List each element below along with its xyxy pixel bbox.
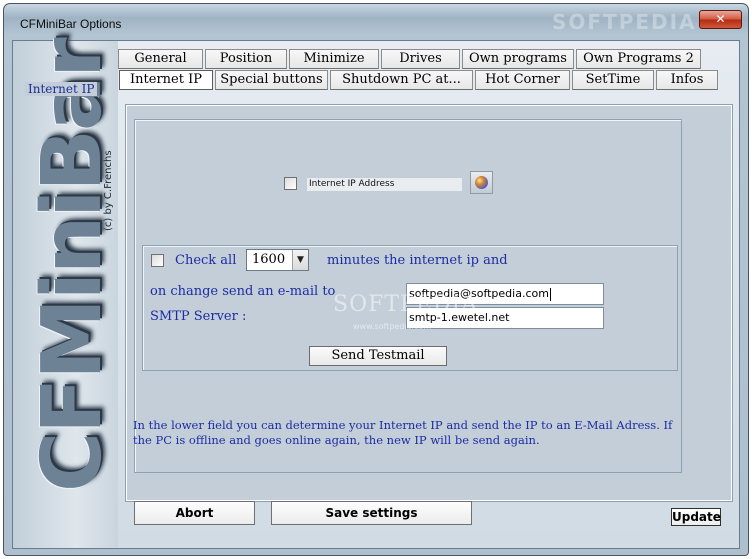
get-ip-button[interactable] [470, 171, 493, 194]
tab-infos[interactable]: Infos [656, 70, 718, 90]
softpedia-watermark-url: www.softpedia.com [353, 322, 432, 331]
abort-button[interactable]: Abort [134, 501, 255, 525]
options-window: CFMiniBar Options SOFTPEDIA ✕ CFMiniBar … [3, 3, 749, 556]
update-button[interactable]: Update [671, 508, 721, 526]
title-watermark: SOFTPEDIA [552, 10, 697, 34]
globe-icon [475, 176, 488, 189]
close-button[interactable]: ✕ [699, 10, 742, 29]
author-byline: (c) by C.Frenchs [103, 150, 114, 231]
title-bar[interactable]: CFMiniBar Options SOFTPEDIA ✕ [4, 4, 748, 40]
internet-ip-checkbox[interactable] [284, 177, 297, 190]
internet-ip-address: Internet IP Address [307, 178, 462, 191]
close-icon: ✕ [715, 12, 726, 26]
tab-position[interactable]: Position [205, 49, 287, 69]
save-settings-button[interactable]: Save settings [271, 501, 472, 525]
tab-general[interactable]: General [118, 49, 203, 69]
tab-special-buttons[interactable]: Special buttons [215, 70, 328, 90]
tab-internet-ip[interactable]: Internet IP [119, 70, 213, 90]
tab-shutdown-pc[interactable]: Shutdown PC at... [330, 70, 473, 90]
chevron-down-icon[interactable]: ▼ [292, 250, 308, 270]
tab-drives[interactable]: Drives [381, 49, 460, 69]
check-all-label: Check all [175, 253, 237, 268]
tab-own-programs-2[interactable]: Own Programs 2 [576, 49, 701, 69]
send-testmail-button[interactable]: Send Testmail [309, 346, 447, 366]
internet-ip-panel: Internet IP Address Check all 1600 ▼ min… [125, 104, 733, 502]
client-area: CFMiniBar (c) by C.Frenchs General Posit… [12, 39, 740, 549]
check-all-checkbox[interactable] [151, 254, 164, 267]
group-title: Internet IP [25, 82, 98, 96]
softpedia-watermark: SOFTPEDIA [333, 292, 479, 317]
tab-hot-corner[interactable]: Hot Corner [475, 70, 570, 90]
send-email-label: on change send an e-mail to [150, 284, 336, 299]
text-caret [549, 287, 551, 301]
sidebar-logo-panel: CFMiniBar (c) by C.Frenchs [13, 39, 120, 548]
smtp-server-label: SMTP Server : [150, 309, 247, 324]
interval-value: 1600 [252, 252, 286, 267]
minutes-label: minutes the internet ip and [327, 253, 508, 268]
window-title: CFMiniBar Options [20, 17, 122, 31]
info-description: In the lower field you can determine you… [133, 418, 673, 447]
interval-combobox[interactable]: 1600 ▼ [246, 249, 309, 271]
tab-minimize[interactable]: Minimize [289, 49, 379, 69]
tab-settime[interactable]: SetTime [572, 70, 654, 90]
tab-own-programs[interactable]: Own programs [462, 49, 574, 69]
